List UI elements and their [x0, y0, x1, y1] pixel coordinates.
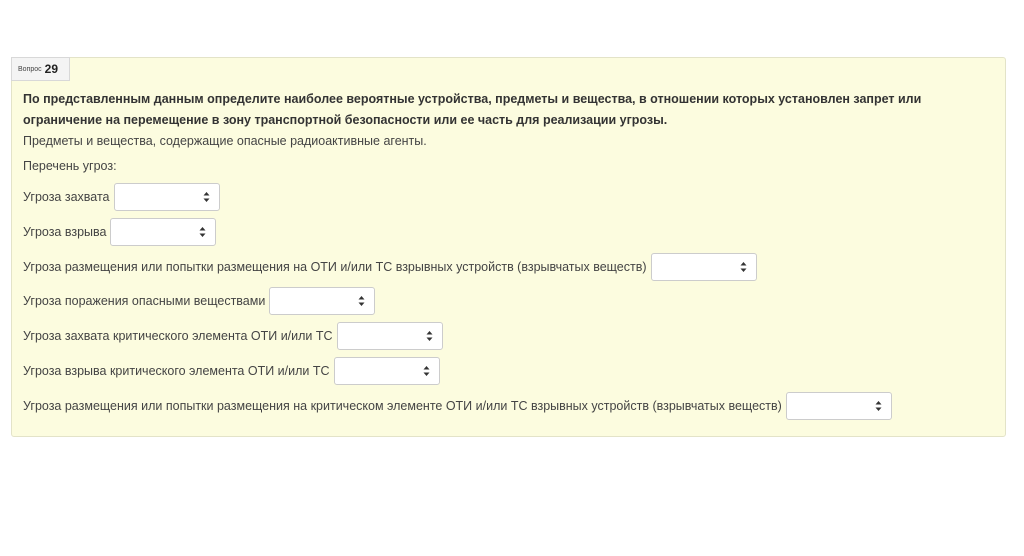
up-down-caret-icon	[199, 227, 206, 237]
threat-select[interactable]	[269, 287, 376, 315]
question-text: По представленным данным определите наиб…	[23, 92, 922, 127]
threat-row: Угроза захвата критического элемента ОТИ…	[23, 322, 443, 350]
threat-select[interactable]	[650, 253, 757, 281]
threat-label: Угроза захвата	[23, 190, 110, 204]
threat-select[interactable]	[110, 218, 217, 246]
threat-row: Угроза размещения или попытки размещения…	[23, 392, 892, 420]
quiz-page: Вопрос 29 По представленным данным опред…	[0, 0, 1024, 556]
question-label-prefix: Вопрос	[18, 65, 42, 73]
threat-label: Угроза взрыва критического элемента ОТИ …	[23, 364, 330, 378]
up-down-caret-icon	[423, 366, 430, 376]
threat-select[interactable]	[336, 322, 443, 350]
threat-label: Угроза поражения опасными веществами	[23, 294, 266, 308]
threat-row: Угроза размещения или попытки размещения…	[23, 253, 757, 281]
up-down-caret-icon	[875, 401, 882, 411]
threat-row: Угроза поражения опасными веществами	[23, 287, 376, 315]
up-down-caret-icon	[358, 296, 365, 306]
question-subtitle: Предметы и вещества, содержащие опасные …	[23, 134, 427, 148]
up-down-caret-icon	[426, 331, 433, 341]
threat-row: Угроза взрыва критического элемента ОТИ …	[23, 357, 440, 385]
threat-label: Угроза размещения или попытки размещения…	[23, 399, 782, 413]
threat-label: Угроза взрыва	[23, 225, 107, 239]
threat-select[interactable]	[113, 183, 220, 211]
threat-label: Угроза размещения или попытки размещения…	[23, 260, 647, 274]
threat-select[interactable]	[333, 357, 440, 385]
threat-label: Угроза захвата критического элемента ОТИ…	[23, 329, 333, 343]
threat-row: Угроза взрыва	[23, 218, 217, 246]
threat-select[interactable]	[785, 392, 892, 420]
up-down-caret-icon	[203, 192, 210, 202]
up-down-caret-icon	[740, 262, 747, 272]
question-number: 29	[44, 62, 58, 76]
threat-row: Угроза захвата	[23, 183, 220, 211]
question-number-tab: Вопрос 29	[11, 57, 70, 81]
threats-heading: Перечень угроз:	[23, 159, 117, 173]
